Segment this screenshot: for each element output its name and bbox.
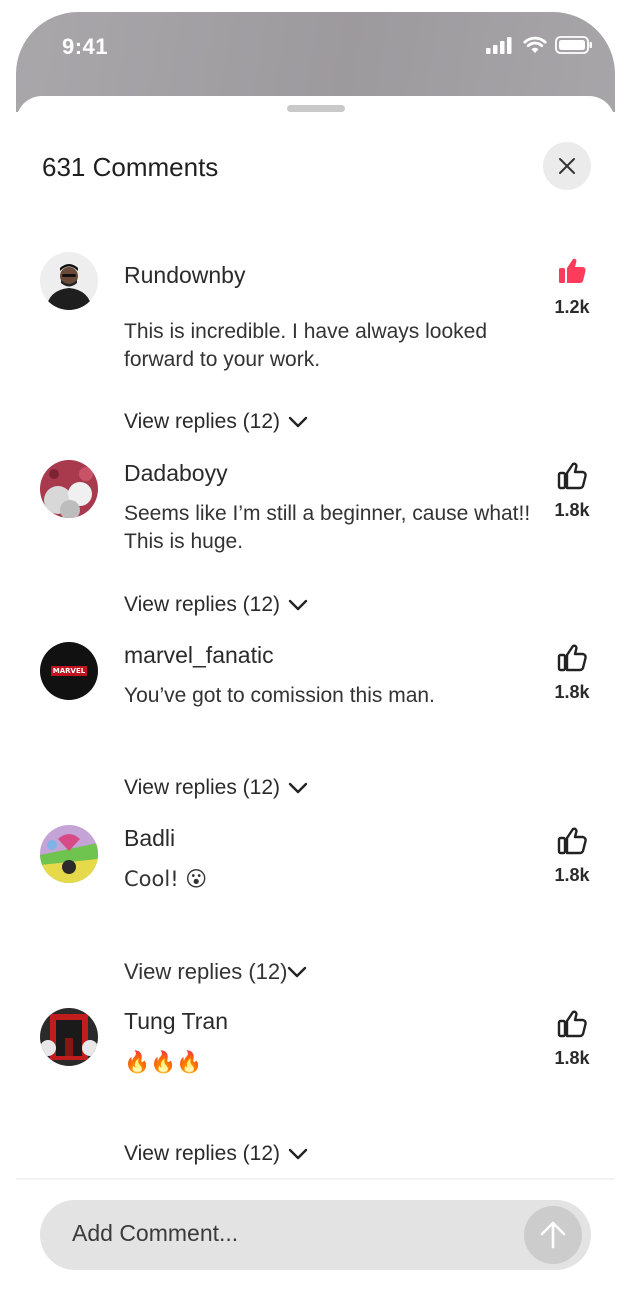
phone-frame: 9:41 631 Comments Rundownby This is incr… (16, 12, 615, 1300)
comment-composer[interactable]: Add Comment... (40, 1200, 591, 1270)
avatar[interactable] (40, 825, 98, 883)
thumbs-up-icon[interactable] (556, 642, 588, 674)
close-button[interactable] (543, 142, 591, 190)
chevron-down-icon (288, 966, 307, 978)
battery-icon (555, 36, 592, 54)
view-replies-label: View replies (12) (124, 776, 281, 799)
sheet-grabber[interactable] (287, 105, 345, 112)
page-title: 631 Comments (42, 152, 219, 182)
view-replies-button[interactable]: View replies (12) (124, 959, 307, 985)
status-icons (485, 36, 593, 54)
signal-icon (486, 37, 512, 54)
view-replies-label: View replies (12) (124, 959, 288, 984)
comment-username[interactable]: Dadaboyy (124, 460, 228, 487)
comment-text: You’ve got to comission this man. (124, 684, 435, 707)
comment-username[interactable]: Tung Tran (124, 1008, 228, 1035)
chevron-down-icon (288, 1148, 308, 1160)
avatar[interactable]: MARVEL (40, 642, 98, 700)
avatar[interactable] (40, 460, 98, 518)
thumbs-up-icon[interactable] (556, 825, 588, 857)
comment-username[interactable]: Rundownby (124, 262, 245, 289)
like-count: 1.8k (554, 1048, 590, 1068)
view-replies-label: View replies (12) (124, 1142, 281, 1165)
thumbs-up-icon[interactable] (556, 1008, 588, 1040)
comment-username[interactable]: marvel_fanatic (124, 642, 274, 669)
comments-sheet: 631 Comments Rundownby This is incredibl… (16, 96, 615, 1300)
view-replies-button[interactable]: View replies (12) (124, 776, 308, 800)
like-count: 1.8k (554, 500, 590, 520)
avatar[interactable] (40, 252, 98, 310)
view-replies-label: View replies (12) (124, 593, 281, 616)
like-count: 1.8k (554, 682, 590, 702)
status-time: 9:41 (62, 34, 109, 59)
chevron-down-icon (288, 599, 308, 611)
view-replies-button[interactable]: View replies (12) (124, 1142, 308, 1166)
comment-text: This is incredible. I have always looked… (124, 320, 488, 371)
view-replies-button[interactable]: View replies (12) (124, 410, 308, 434)
like-count: 1.8k (554, 865, 590, 885)
comment-username[interactable]: Badli (124, 825, 175, 852)
send-button[interactable] (524, 1206, 582, 1264)
view-replies-button[interactable]: View replies (12) (124, 593, 308, 617)
close-icon (559, 158, 575, 174)
view-replies-label: View replies (12) (124, 410, 281, 433)
comment-input[interactable]: Add Comment... (72, 1220, 238, 1247)
wifi-icon (523, 36, 547, 53)
comment-text: Seems like I’m still a beginner, cause w… (124, 502, 531, 553)
chevron-down-icon (288, 416, 308, 428)
avatar[interactable] (40, 1008, 98, 1066)
chevron-down-icon (288, 782, 308, 794)
like-count: 1.2k (554, 297, 590, 317)
comment-text: 🔥🔥🔥 (124, 1050, 203, 1074)
avatar-logo-text: MARVEL (50, 666, 88, 676)
arrow-up-icon (540, 1221, 566, 1249)
divider (16, 1178, 615, 1180)
comment-text: Cool! 😮 (124, 867, 208, 891)
thumbs-up-icon[interactable] (556, 255, 588, 287)
thumbs-up-icon[interactable] (556, 460, 588, 492)
